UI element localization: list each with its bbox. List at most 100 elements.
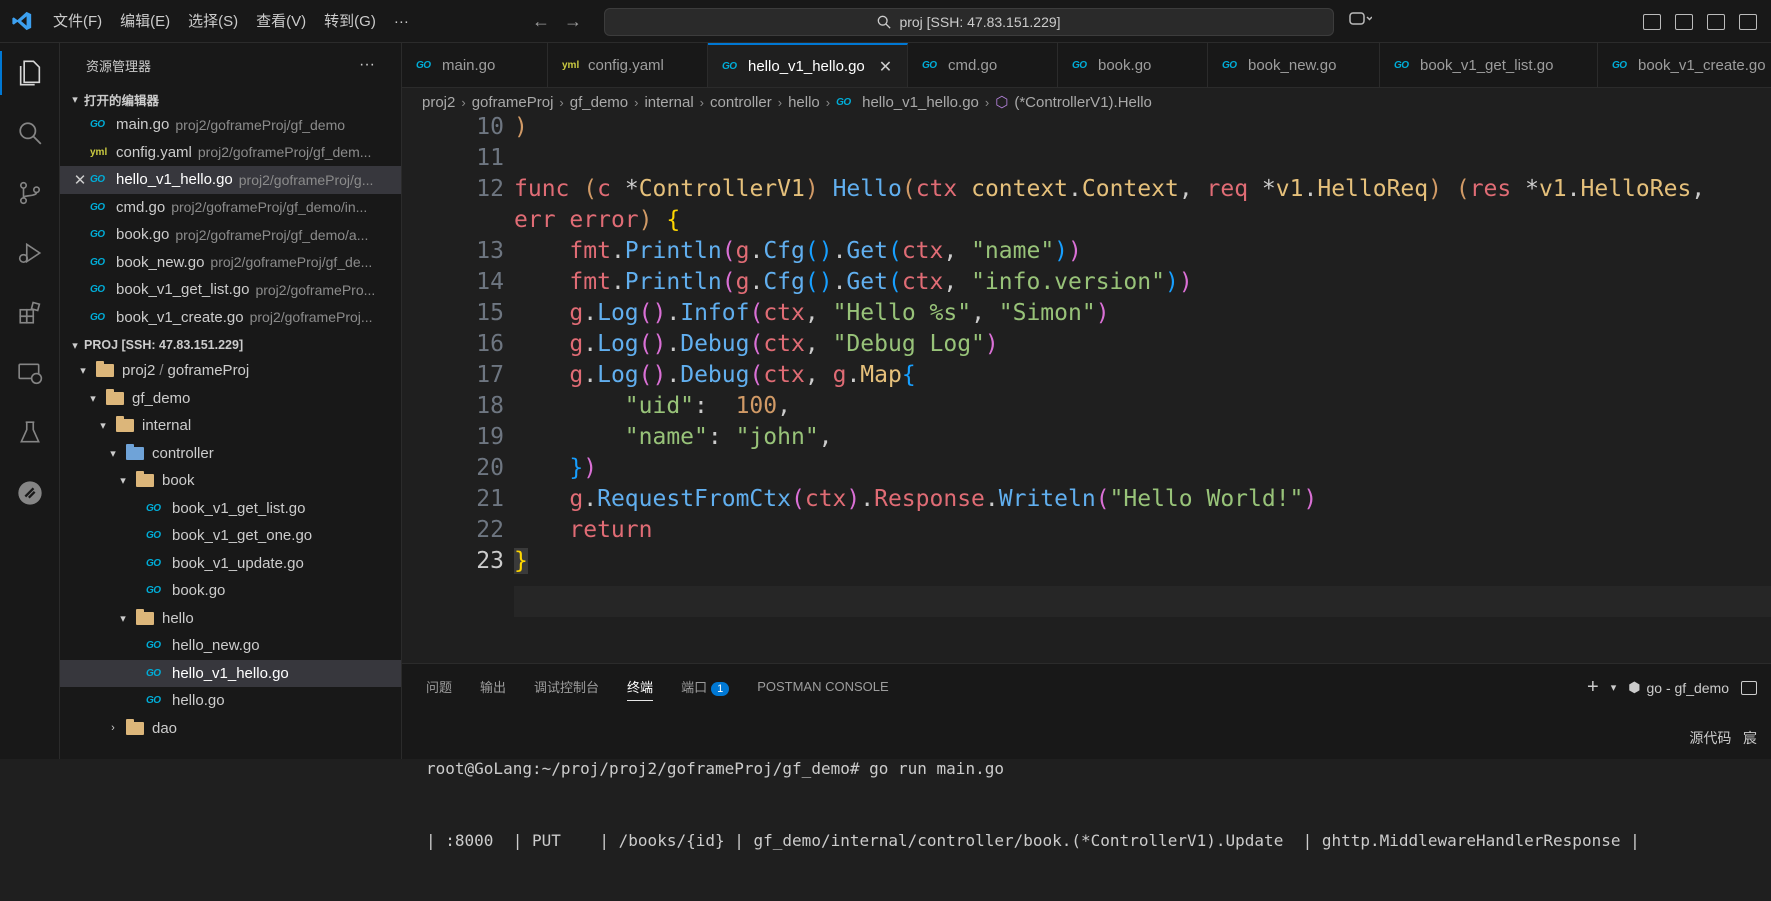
open-editor-item[interactable]: yml config.yaml proj2/goframeProj/gf_dem..…	[60, 139, 401, 167]
new-terminal-icon[interactable]: +	[1587, 676, 1599, 699]
tree-file[interactable]: GO hello.go	[60, 687, 401, 715]
tab-main-go[interactable]: GO main.go	[402, 43, 548, 87]
tab-cmd-go[interactable]: GO cmd.go	[908, 43, 1058, 87]
go-file-icon: GO	[836, 96, 851, 108]
terminal-output[interactable]: root@GoLang:~/proj/proj2/goframeProj/gf_…	[402, 709, 1771, 901]
vscode-logo-icon[interactable]	[0, 0, 44, 43]
tree-folder-dao[interactable]: › dao	[60, 715, 401, 743]
tab-ports[interactable]: 端口 1	[681, 677, 730, 696]
split-terminal-icon[interactable]	[1741, 680, 1757, 695]
breadcrumb-item[interactable]: gf_demo	[570, 94, 628, 111]
breadcrumb-item[interactable]: internal	[644, 94, 693, 111]
close-icon[interactable]: ✕	[70, 171, 90, 189]
tree-folder-controller[interactable]: ▾ controller	[60, 440, 401, 468]
workspace-header[interactable]: ▾ PROJ [SSH: 47.83.151.229]	[60, 333, 401, 357]
tree-file[interactable]: GO book_v1_update.go	[60, 550, 401, 578]
code-editor[interactable]: 10 11 12 13 14 15 16 17 18 19 20 21 22 2…	[402, 116, 1771, 706]
source-control-icon[interactable]	[0, 163, 59, 223]
open-editor-item-active[interactable]: ✕ GO hello_v1_hello.go proj2/goframeProj/g.…	[60, 166, 401, 194]
file-path: proj2/goframeProj/g...	[238, 171, 374, 188]
tree-folder-hello[interactable]: ▾ hello	[60, 605, 401, 633]
close-tab-icon[interactable]: ✕	[879, 57, 892, 77]
code-line: g.Log().Infof(ctx, "Hello %s", "Simon")	[569, 300, 1110, 326]
explorer-icon[interactable]	[0, 43, 59, 103]
line-number: 16	[476, 331, 504, 357]
tree-file-selected[interactable]: GO hello_v1_hello.go	[60, 659, 401, 687]
tab-debug-console[interactable]: 调试控制台	[534, 677, 599, 696]
tree-file[interactable]: GO book_v1_get_list.go	[60, 495, 401, 523]
tree-file[interactable]: GO book.go	[60, 577, 401, 605]
tab-book-v1-get-list-go[interactable]: GO book_v1_get_list.go	[1380, 43, 1598, 87]
tab-label: book.go	[1098, 57, 1152, 74]
search-icon	[878, 15, 892, 29]
tree-folder-gf-demo[interactable]: ▾ gf_demo	[60, 385, 401, 413]
menu-edit[interactable]: 编辑(E)	[111, 0, 179, 43]
testing-icon[interactable]	[0, 403, 59, 463]
toggle-panel-icon[interactable]	[1707, 13, 1725, 30]
file-name: main.go	[116, 116, 170, 134]
forward-arrow-icon[interactable]: →	[564, 11, 582, 32]
open-editors-header[interactable]: ▾ 打开的编辑器	[60, 87, 401, 111]
tab-label: cmd.go	[948, 57, 998, 74]
breadcrumb-item[interactable]: hello	[788, 94, 820, 111]
tab-book-new-go[interactable]: GO book_new.go	[1208, 43, 1380, 87]
file-name: config.yaml	[116, 143, 192, 161]
breadcrumb-symbol[interactable]: (*ControllerV1).Hello	[1014, 94, 1152, 111]
tab-book-v1-create-go[interactable]: GO book_v1_create.go	[1598, 43, 1771, 87]
breadcrumb-item[interactable]: controller	[710, 94, 772, 111]
more-actions-icon[interactable]: ···	[359, 56, 375, 74]
breadcrumb-item[interactable]: hello_v1_hello.go	[862, 94, 979, 111]
open-editor-item[interactable]: GO book_v1_get_list.go proj2/goframePro...	[60, 276, 401, 304]
go-file-icon: GO	[90, 256, 105, 268]
breadcrumb-item[interactable]: proj2	[422, 94, 455, 111]
file-name: hello_v1_hello.go	[116, 171, 233, 189]
file-name: book_v1_get_list.go	[116, 281, 250, 299]
tree-file[interactable]: GO hello_new.go	[60, 632, 401, 660]
breadcrumb: proj2 › goframeProj › gf_demo › internal › c…	[422, 93, 1152, 112]
menu-go[interactable]: 转到(G)	[315, 0, 385, 43]
remote-explorer-icon[interactable]	[0, 343, 59, 403]
tab-book-go[interactable]: GO book.go	[1058, 43, 1208, 87]
open-editor-item[interactable]: GO cmd.go proj2/goframeProj/gf_demo/in...	[60, 194, 401, 222]
tab-terminal[interactable]: 终端	[627, 677, 654, 701]
tree-folder-internal[interactable]: ▾ internal	[60, 412, 401, 440]
folder-open-icon	[136, 471, 154, 488]
extensions-icon[interactable]	[0, 283, 59, 343]
copilot-icon[interactable]	[1348, 10, 1373, 32]
menu-file[interactable]: 文件(F)	[44, 0, 111, 43]
breadcrumb-item[interactable]: goframeProj	[472, 94, 554, 111]
go-file-icon: GO	[146, 585, 161, 597]
tree-folder-proj2[interactable]: ▾ proj2/goframeProj	[60, 357, 401, 385]
menu-selection[interactable]: 选择(S)	[179, 0, 247, 43]
menu-more[interactable]: ···	[385, 0, 418, 43]
run-debug-icon[interactable]	[0, 223, 59, 283]
folder-open-icon	[136, 608, 154, 625]
terminal-instance[interactable]: ⬢ go - gf_demo	[1628, 679, 1729, 696]
tree-file[interactable]: GO book_v1_get_one.go	[60, 522, 401, 550]
tab-output[interactable]: 输出	[480, 677, 506, 696]
tab-postman-console[interactable]: POSTMAN CONSOLE	[757, 679, 888, 694]
open-editor-item[interactable]: GO book_v1_create.go proj2/goframeProj...	[60, 304, 401, 332]
tab-config-yaml[interactable]: yml config.yaml	[548, 43, 708, 87]
tab-problems[interactable]: 问题	[426, 677, 452, 696]
toggle-secondary-sidebar-icon[interactable]	[1739, 13, 1757, 30]
open-editor-item[interactable]: GO book_new.go proj2/goframeProj/gf_de...	[60, 249, 401, 277]
file-name: book_new.go	[116, 253, 205, 271]
code-line: err error) {	[514, 207, 681, 233]
command-center-search[interactable]: proj [SSH: 47.83.151.229]	[604, 8, 1334, 36]
go-extension-icon[interactable]	[0, 463, 59, 523]
chevron-down-icon: ▾	[80, 365, 86, 378]
toggle-sidebar-icon[interactable]	[1675, 13, 1693, 30]
line-number: 15	[476, 300, 504, 326]
tree-folder-book[interactable]: ▾ book	[60, 467, 401, 495]
chevron-down-icon[interactable]: ▾	[1611, 681, 1617, 694]
back-arrow-icon[interactable]: ←	[532, 11, 550, 32]
layout-customize-icon[interactable]	[1643, 13, 1661, 30]
tab-hello-v1-hello-go[interactable]: GO hello_v1_hello.go ✕	[708, 43, 908, 87]
open-editor-item[interactable]: GO main.go proj2/goframeProj/gf_demo	[60, 111, 401, 139]
open-editor-item[interactable]: GO book.go proj2/goframeProj/gf_demo/a...	[60, 221, 401, 249]
menu-view[interactable]: 查看(V)	[247, 0, 315, 43]
panel-tabs: 问题 输出 调试控制台 终端 端口 1 POSTMAN CONSOLE	[402, 664, 1771, 709]
search-view-icon[interactable]	[0, 103, 59, 163]
line-number: 14	[476, 269, 504, 295]
